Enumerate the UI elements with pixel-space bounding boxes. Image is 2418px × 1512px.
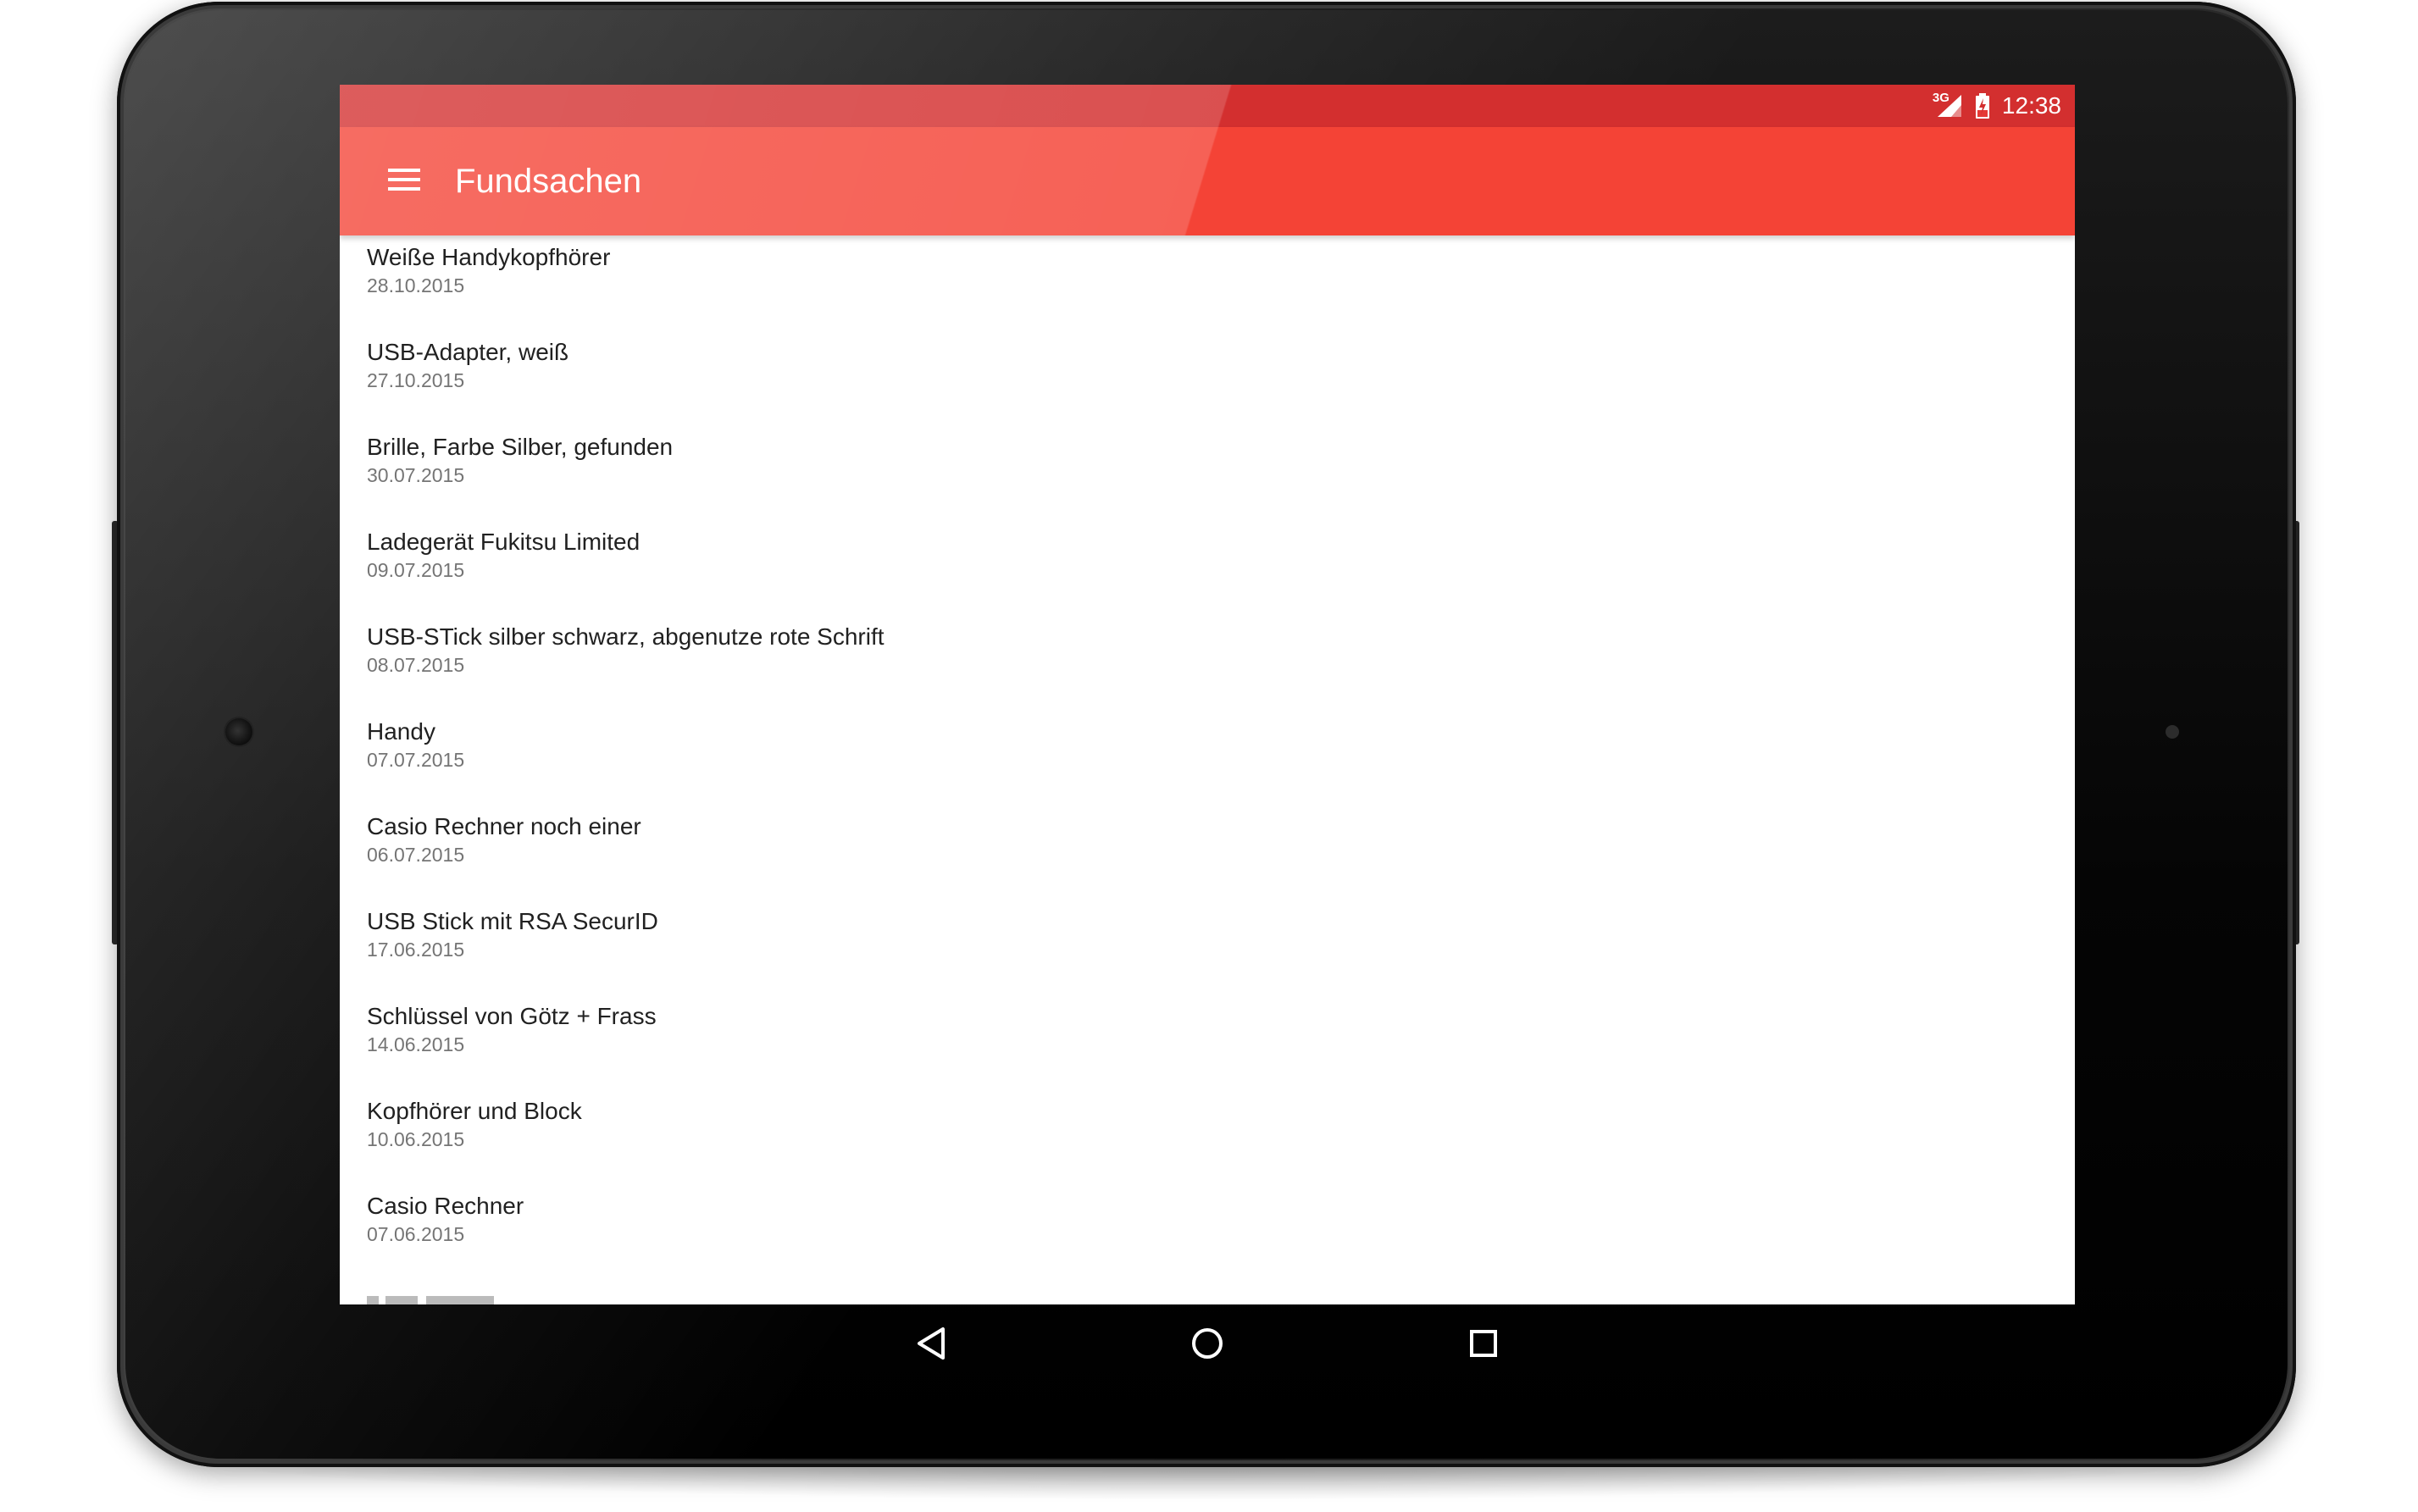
item-title: Casio Rechner noch einer: [367, 813, 641, 839]
front-camera: [225, 718, 252, 745]
item-date: 10.06.2015: [367, 1128, 465, 1150]
list-item[interactable]: USB-STick silber schwarz, abgenutze rote…: [340, 606, 2075, 701]
light-sensor: [2166, 725, 2179, 739]
navigation-bar: [340, 1304, 2075, 1386]
item-title: Ladegerät Fukitsu Limited: [367, 529, 641, 555]
recents-icon: [1468, 1328, 1499, 1362]
item-title: USB-Adapter, weiß: [367, 339, 569, 365]
found-items-list[interactable]: Weiße Handykopfhörer 28.10.2015 USB-Adap…: [340, 235, 2075, 1304]
list-item[interactable]: Brille, Farbe Silber, gefunden 30.07.201…: [340, 417, 2075, 512]
item-date: 30.07.2015: [367, 464, 465, 486]
item-title: Casio Rechner: [367, 1193, 524, 1219]
page-title: Fundsachen: [455, 163, 642, 200]
list-item[interactable]: Casio Rechner 07.06.2015: [340, 1176, 2075, 1271]
recents-button[interactable]: [1451, 1313, 1516, 1377]
item-date: 27.10.2015: [367, 369, 465, 391]
item-title: Brille, Farbe Silber, gefunden: [367, 434, 674, 460]
item-title: Kopfhörer und Block: [367, 1098, 582, 1124]
item-date: 08.07.2015: [367, 654, 465, 676]
menu-button[interactable]: [380, 127, 428, 235]
menu-icon: [388, 167, 420, 196]
screen: 3G 12:38 Fundsachen Weiße Handykopfhörer…: [340, 85, 2075, 1304]
list-item[interactable]: Casio Rechner noch einer 06.07.2015: [340, 796, 2075, 891]
list-item[interactable]: Ladegerät Fukitsu Limited 09.07.2015: [340, 512, 2075, 606]
item-title: Schlüssel von Götz + Frass: [367, 1003, 657, 1029]
item-date: 09.07.2015: [367, 559, 465, 581]
back-button[interactable]: [899, 1313, 963, 1377]
partial-item-placeholder: [367, 1296, 494, 1304]
list-item[interactable]: USB-Adapter, weiß 27.10.2015: [340, 322, 2075, 417]
battery-charging-icon: [1975, 93, 1990, 119]
list-item[interactable]: Schlüssel von Götz + Frass 14.06.2015: [340, 986, 2075, 1081]
list-item[interactable]: Weiße Handykopfhörer 28.10.2015: [340, 235, 2075, 322]
item-date: 14.06.2015: [367, 1033, 465, 1055]
status-bar: [340, 85, 2075, 127]
item-date: 28.10.2015: [367, 274, 465, 296]
home-icon: [1190, 1326, 1224, 1364]
clock: 12:38: [2001, 92, 2061, 119]
list-item[interactable]: Kopfhörer und Block 10.06.2015: [340, 1081, 2075, 1176]
back-icon: [914, 1326, 948, 1365]
signal-icon: 3G: [1932, 91, 1963, 119]
item-title: USB-STick silber schwarz, abgenutze rote…: [367, 623, 885, 650]
item-date: 07.06.2015: [367, 1223, 465, 1245]
item-date: 06.07.2015: [367, 844, 465, 866]
item-date: 07.07.2015: [367, 749, 465, 771]
network-type-label: 3G: [1932, 91, 1949, 105]
status-icons: 3G 12:38: [1932, 85, 2061, 127]
list-item[interactable]: Handy 07.07.2015: [340, 701, 2075, 796]
list-item[interactable]: USB Stick mit RSA SecurID 17.06.2015: [340, 891, 2075, 986]
item-date: 17.06.2015: [367, 939, 465, 961]
list-item-partial[interactable]: [340, 1296, 2075, 1304]
item-title: USB Stick mit RSA SecurID: [367, 908, 658, 934]
home-button[interactable]: [1175, 1313, 1240, 1377]
stage: 3G 12:38 Fundsachen Weiße Handykopfhörer…: [0, 0, 2418, 1512]
item-title: Weiße Handykopfhörer: [367, 244, 611, 270]
item-title: Handy: [367, 718, 435, 745]
